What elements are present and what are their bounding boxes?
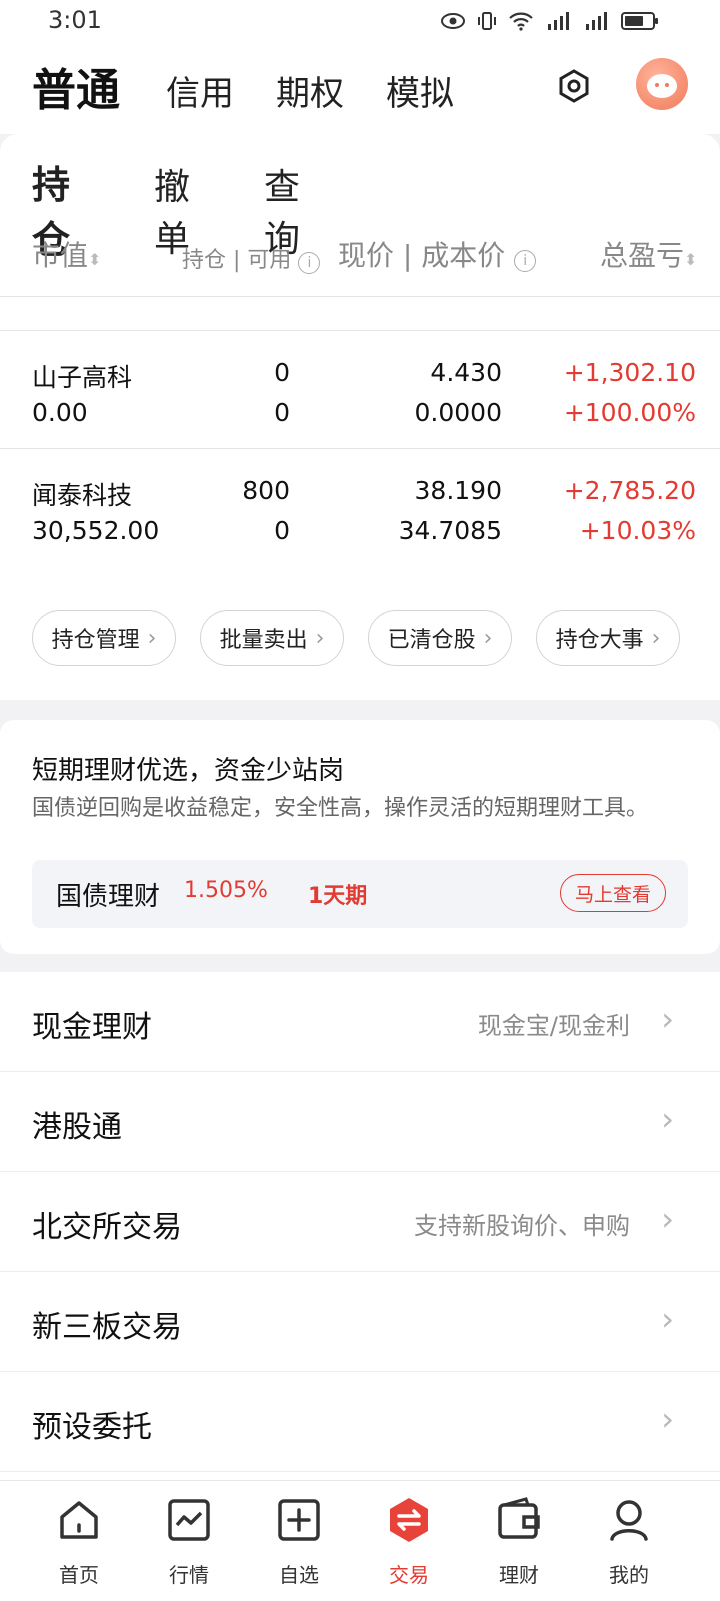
- bottom-nav: 首页 行情 自选 交易 理财 我的: [0, 1480, 720, 1601]
- holding: 0: [274, 358, 290, 387]
- chevron-right-icon: ›: [661, 1100, 674, 1138]
- trade-icon: [390, 1498, 428, 1542]
- assistant-avatar[interactable]: [636, 58, 688, 110]
- info-icon[interactable]: i: [514, 250, 537, 272]
- available: 0: [274, 516, 290, 545]
- chevron-right-icon: ›: [483, 625, 493, 651]
- vibrate-icon: [478, 12, 496, 30]
- tab-normal[interactable]: 普通: [32, 54, 120, 120]
- position-events-button[interactable]: 持仓大事 ›: [536, 610, 680, 666]
- chevron-right-icon: ›: [651, 625, 661, 651]
- user-icon: [610, 1500, 648, 1541]
- nav-wealth[interactable]: 理财: [464, 1481, 574, 1601]
- pnl-percent: +10.03%: [579, 516, 696, 545]
- chart-icon: [168, 1499, 210, 1541]
- chevron-right-icon: ›: [661, 1400, 674, 1438]
- eye-icon: [441, 13, 465, 29]
- nav-home[interactable]: 首页: [24, 1481, 134, 1601]
- cost: 0.0000: [414, 398, 502, 427]
- price: 38.190: [414, 476, 502, 505]
- nav-profile[interactable]: 我的: [574, 1481, 684, 1601]
- pnl: +2,785.20: [563, 476, 696, 505]
- promo-description: 国债逆回购是收益稳定，安全性高，操作灵活的短期理财工具。: [32, 796, 649, 821]
- chevron-right-icon: ›: [661, 1200, 674, 1238]
- price: 4.430: [430, 358, 502, 387]
- market-value: 0.00: [32, 398, 88, 427]
- market-value: 30,552.00: [32, 516, 160, 545]
- chevron-right-icon: ›: [661, 1300, 674, 1338]
- home-icon: [60, 1501, 98, 1539]
- product-term: 1天期: [308, 884, 368, 909]
- col-holding-available: 持仓 | 可用 i: [182, 242, 321, 274]
- menu-item-neeq[interactable]: 新三板交易 ›: [0, 1272, 720, 1372]
- chat-bot-icon: [647, 74, 677, 98]
- signal-icon: [586, 12, 607, 30]
- menu-item-cash[interactable]: 现金理财 现金宝/现金利 ›: [0, 972, 720, 1072]
- col-total-pnl[interactable]: 总盈亏⬍: [600, 234, 697, 274]
- pnl: +1,302.10: [563, 358, 696, 387]
- tab-options[interactable]: 期权: [276, 66, 344, 115]
- position-manage-button[interactable]: 持仓管理 ›: [32, 610, 176, 666]
- top-header: 普通 信用 期权 模拟: [0, 44, 720, 134]
- stock-name: 山子高科: [32, 363, 133, 392]
- divider: [0, 330, 720, 331]
- status-icons: [440, 10, 660, 32]
- menu-item-preset-order[interactable]: 预设委托 ›: [0, 1372, 720, 1472]
- promo-title: 短期理财优选，资金少站岗: [32, 756, 345, 786]
- col-market-value[interactable]: 市值⬍: [32, 234, 101, 274]
- nav-market[interactable]: 行情: [134, 1481, 244, 1601]
- holding: 800: [242, 476, 290, 505]
- settings-icon[interactable]: [556, 68, 592, 104]
- status-time: 3:01: [48, 6, 102, 34]
- promo-card: 短期理财优选，资金少站岗 国债逆回购是收益稳定，安全性高，操作灵活的短期理财工具…: [0, 720, 720, 954]
- batch-sell-button[interactable]: 批量卖出 ›: [200, 610, 344, 666]
- menu-item-bse[interactable]: 北交所交易 支持新股询价、申购 ›: [0, 1172, 720, 1272]
- signal-icon: [548, 12, 569, 30]
- divider: [0, 296, 720, 297]
- available: 0: [274, 398, 290, 427]
- view-now-button[interactable]: 马上查看: [560, 874, 666, 912]
- product-name: 国债理财: [56, 882, 161, 912]
- col-price-cost: 现价 | 成本价 i: [338, 234, 537, 274]
- divider: [0, 448, 720, 449]
- wallet-icon: [498, 1497, 540, 1539]
- chevron-right-icon: ›: [315, 625, 325, 651]
- chevron-right-icon: ›: [147, 625, 157, 651]
- menu-list: 现金理财 现金宝/现金利 › 港股通 › 北交所交易 支持新股询价、申购 › 新…: [0, 972, 720, 1480]
- wifi-icon: [509, 12, 533, 31]
- row-scrolled-remnant: [32, 295, 40, 310]
- cleared-stocks-button[interactable]: 已清仓股 ›: [368, 610, 512, 666]
- info-icon[interactable]: i: [298, 252, 321, 274]
- positions-card: 持仓 撤单 查询 市值⬍ 持仓 | 可用 i 现价 | 成本价 i 总盈亏⬍ 山…: [0, 134, 720, 700]
- status-bar: 3:01: [0, 0, 720, 44]
- nav-watchlist[interactable]: 自选: [244, 1481, 354, 1601]
- cost: 34.7085: [398, 516, 502, 545]
- menu-item-hk-connect[interactable]: 港股通 ›: [0, 1072, 720, 1172]
- pnl-percent: +100.00%: [563, 398, 696, 427]
- nav-trade[interactable]: 交易: [354, 1481, 464, 1601]
- tab-simulation[interactable]: 模拟: [386, 66, 454, 115]
- battery-icon: [621, 12, 658, 30]
- promo-product[interactable]: 国债理财 1.505% 1天期 马上查看: [32, 860, 688, 928]
- add-icon: [278, 1499, 320, 1541]
- product-rate: 1.505%: [184, 878, 268, 903]
- chevron-right-icon: ›: [661, 1000, 674, 1038]
- stock-name: 闻泰科技: [32, 481, 133, 510]
- tab-credit[interactable]: 信用: [166, 66, 234, 115]
